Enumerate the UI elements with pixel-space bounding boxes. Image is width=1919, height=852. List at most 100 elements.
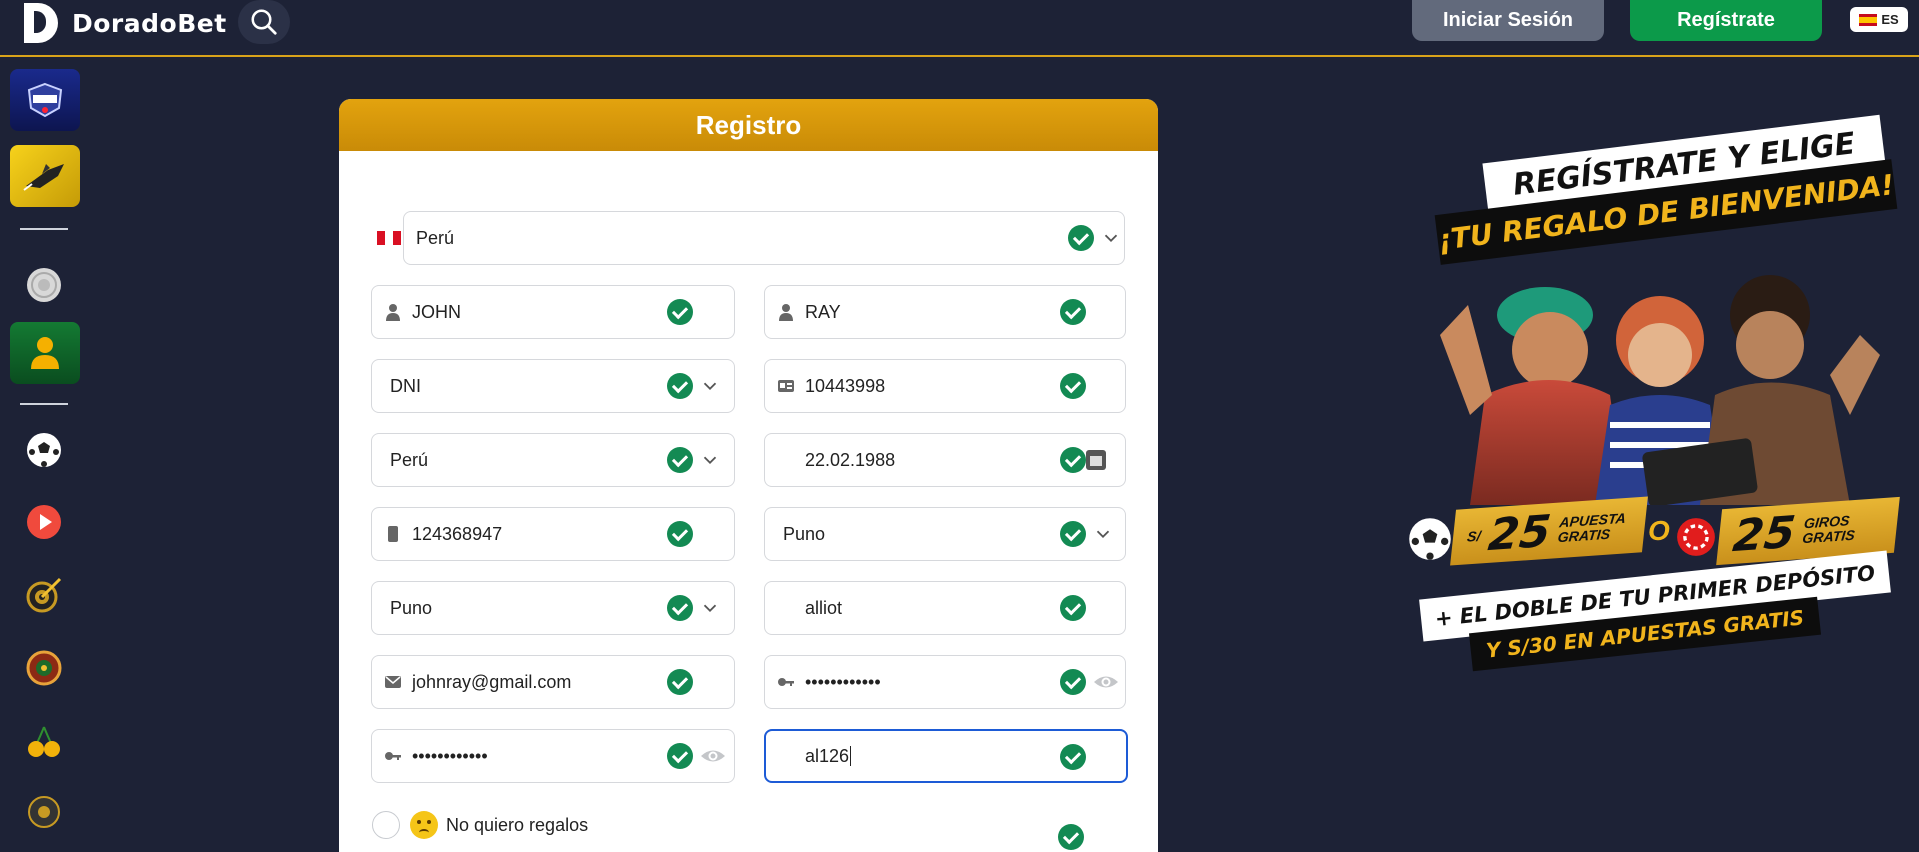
key-icon — [385, 752, 401, 760]
language-selector[interactable]: ES — [1850, 7, 1908, 32]
register-button[interactable]: Regístrate — [1630, 0, 1822, 41]
sidebar-item-coin[interactable] — [24, 265, 64, 305]
free-bet-offer: S/ 25 APUESTA GRATIS — [1450, 496, 1648, 566]
document-number-value: 10443998 — [805, 375, 886, 396]
last-name-value: RAY — [805, 301, 841, 322]
sidebar-item-profile[interactable] — [10, 322, 80, 384]
password-field[interactable]: •••••••••••• — [764, 655, 1126, 709]
promo-code-value: al126 — [805, 745, 850, 766]
soccer-ball-icon — [27, 433, 61, 467]
top-bar: DoradoBet Iniciar Sesión Regístrate ES — [0, 0, 1919, 57]
registration-title: Registro — [339, 99, 1158, 151]
eye-icon[interactable] — [700, 744, 726, 768]
registration-card: Registro Perú JOHN RAY DNI 10443998 Perú… — [339, 99, 1158, 852]
play-icon — [27, 505, 61, 539]
text-cursor — [850, 746, 852, 766]
currency-label: S/ — [1466, 527, 1482, 545]
valid-check-icon — [667, 521, 693, 547]
city-value: Puno — [390, 597, 433, 618]
sidebar — [0, 59, 90, 852]
promo-people-image — [1440, 275, 1880, 505]
department-select[interactable]: Puno — [764, 507, 1126, 561]
phone-value: 124368947 — [412, 523, 503, 544]
casino-chip-icon — [1677, 518, 1715, 556]
free-bet-text: APUESTA GRATIS — [1557, 510, 1627, 546]
document-number-field[interactable]: 10443998 — [764, 359, 1126, 413]
doradobet-logo-icon — [20, 3, 64, 43]
welcome-promo-banner[interactable]: REGÍSTRATE Y ELIGE ¡TU REGALO DE BIENVEN… — [1400, 114, 1900, 685]
valid-check-icon — [667, 743, 693, 769]
city-select[interactable]: Puno — [371, 581, 735, 635]
dart-icon — [26, 577, 62, 613]
email-field[interactable]: johnray@gmail.com — [371, 655, 735, 709]
aviator-icon — [23, 164, 64, 191]
valid-check-icon — [667, 595, 693, 621]
valid-check-icon — [1060, 521, 1086, 547]
sidebar-divider — [20, 403, 68, 405]
password-confirm-field[interactable]: •••••••••••• — [371, 729, 735, 783]
sidebar-divider — [20, 228, 68, 230]
free-spins-text: GIROS GRATIS — [1802, 512, 1858, 546]
sidebar-item-slots[interactable] — [24, 721, 64, 761]
cherries-icon — [28, 726, 60, 757]
sidebar-item-sports[interactable] — [24, 430, 64, 470]
password-value: •••••••••••• — [805, 671, 881, 692]
valid-check-icon — [667, 299, 693, 325]
username-field[interactable]: alliot — [764, 581, 1126, 635]
chevron-down-icon — [703, 604, 717, 613]
valid-check-icon — [1060, 373, 1086, 399]
coin-icon — [27, 268, 61, 302]
chevron-down-icon — [703, 382, 717, 391]
user-icon — [31, 337, 59, 369]
no-gift-radio[interactable] — [372, 811, 400, 839]
calendar-icon[interactable] — [1085, 449, 1107, 471]
nationality-select[interactable]: Perú — [371, 433, 735, 487]
id-card-icon — [778, 380, 794, 392]
sidebar-item-football-game[interactable] — [10, 69, 80, 131]
sidebar-item-casino-live[interactable] — [24, 648, 64, 688]
free-spins-amount: 25 — [1730, 506, 1798, 562]
valid-check-icon — [667, 669, 693, 695]
phone-icon — [388, 526, 398, 542]
promo-code-field[interactable]: al126 — [764, 729, 1128, 783]
sidebar-item-virtual[interactable] — [24, 575, 64, 615]
eye-icon[interactable] — [1093, 670, 1119, 694]
valid-check-icon — [667, 373, 693, 399]
phone-field[interactable]: 124368947 — [371, 507, 735, 561]
login-button[interactable]: Iniciar Sesión — [1412, 0, 1604, 41]
soccer-ball-icon — [1409, 518, 1451, 560]
or-label: O — [1648, 515, 1670, 546]
birth-date-field[interactable]: 22.02.1988 — [764, 433, 1126, 487]
user-icon — [779, 304, 793, 321]
valid-check-icon — [667, 447, 693, 473]
last-name-field[interactable]: RAY — [764, 285, 1126, 339]
nationality-value: Perú — [390, 449, 429, 470]
search-icon — [251, 9, 277, 35]
valid-check-icon — [1058, 824, 1084, 850]
valid-check-icon — [1068, 225, 1094, 251]
no-gift-label: No quiero regalos — [446, 815, 589, 835]
first-name-field[interactable]: JOHN — [371, 285, 735, 339]
valid-check-icon — [1060, 299, 1086, 325]
key-icon — [778, 678, 794, 686]
chevron-down-icon — [1096, 530, 1110, 539]
sidebar-item-aviator[interactable] — [10, 145, 80, 207]
chevron-down-icon — [703, 456, 717, 465]
sidebar-item-other[interactable] — [24, 792, 64, 832]
document-type-select[interactable]: DNI — [371, 359, 735, 413]
email-value: johnray@gmail.com — [412, 671, 572, 692]
valid-check-icon — [1060, 744, 1086, 770]
promo-offer-row: S/ 25 APUESTA GRATIS O 25 GIROS GRATIS — [1408, 495, 1900, 566]
user-icon — [386, 304, 400, 321]
country-select[interactable]: Perú — [403, 211, 1125, 265]
valid-check-icon — [1060, 595, 1086, 621]
sidebar-item-live[interactable] — [24, 502, 64, 542]
free-bet-amount: 25 — [1485, 505, 1554, 561]
language-code: ES — [1881, 12, 1899, 27]
brand-logo[interactable]: DoradoBet — [20, 3, 227, 43]
search-button[interactable] — [238, 0, 290, 44]
ball-icon — [28, 796, 60, 828]
valid-check-icon — [1060, 669, 1086, 695]
peru-flag-icon — [377, 231, 401, 245]
first-name-value: JOHN — [412, 301, 461, 322]
